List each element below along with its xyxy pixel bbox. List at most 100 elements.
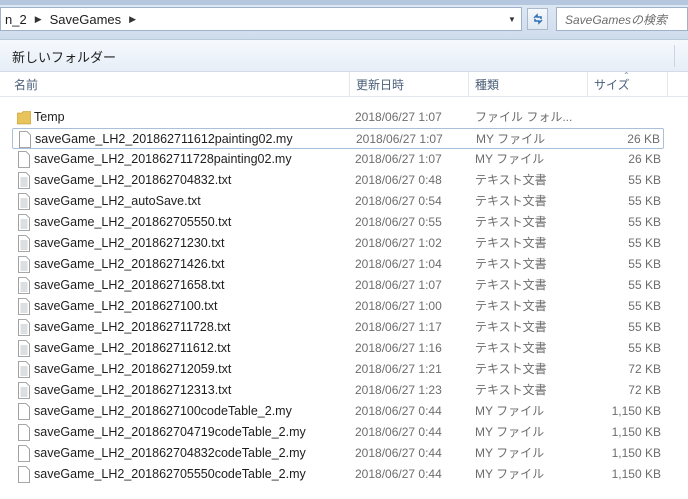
breadcrumb-current[interactable]: SaveGames [46, 12, 126, 27]
file-size: 26 KB [627, 132, 660, 146]
file-date: 2018/06/27 0:54 [355, 194, 442, 208]
file-type: テキスト文書 [475, 194, 547, 208]
file-row[interactable]: saveGame_LH2_201862712313.txt 2018/06/27 … [12, 380, 664, 401]
file-name: saveGame_LH2_20186271426.txt [34, 257, 225, 271]
file-type: テキスト文書 [475, 341, 547, 355]
file-row[interactable]: Temp 2018/06/27 1:07 ファイル フォル... [12, 107, 664, 128]
file-icon [19, 131, 31, 148]
file-row[interactable]: saveGame_LH2_2018627100.txt 2018/06/27 1:… [12, 296, 664, 317]
file-name: saveGame_LH2_201862704832.txt [34, 173, 232, 187]
file-row[interactable]: saveGame_LH2_20186271658.txt 2018/06/27 1… [12, 275, 664, 296]
file-size: 55 KB [628, 194, 661, 208]
column-header-name[interactable]: 名前 [8, 72, 350, 97]
file-date: 2018/06/27 0:44 [355, 446, 442, 460]
file-size: 1,150 KB [611, 446, 661, 460]
breadcrumb-parent[interactable]: n_2 [1, 12, 31, 27]
refresh-icon [532, 13, 543, 25]
file-row[interactable]: saveGame_LH2_201862705550codeTable_2.my 2… [12, 464, 664, 485]
address-dropdown-icon[interactable]: ▼ [503, 8, 521, 30]
file-date: 2018/06/27 1:07 [355, 278, 442, 292]
file-type: テキスト文書 [475, 362, 547, 376]
file-row[interactable]: saveGame_LH2_20186271230.txt 2018/06/27 1… [12, 233, 664, 254]
file-icon [18, 466, 30, 483]
file-icon [18, 151, 30, 168]
file-type: MY ファイル [475, 467, 545, 481]
text-file-icon [18, 340, 30, 357]
file-row[interactable]: saveGame_LH2_201862712059.txt 2018/06/27 … [12, 359, 664, 380]
file-icon [18, 403, 30, 420]
file-type: テキスト文書 [475, 299, 547, 313]
file-size: 1,150 KB [611, 467, 661, 481]
file-type: テキスト文書 [475, 215, 547, 229]
file-size: 72 KB [628, 362, 661, 376]
file-row[interactable]: saveGame_LH2_201862711612.txt 2018/06/27 … [12, 338, 664, 359]
text-file-icon [18, 382, 30, 399]
file-row[interactable]: saveGame_LH2_201862711728painting02.my 20… [12, 149, 664, 170]
file-type: MY ファイル [475, 425, 545, 439]
file-name: saveGame_LH2_201862711612painting02.my [35, 132, 293, 146]
file-type: MY ファイル [476, 132, 546, 146]
file-name: saveGame_LH2_201862711728.txt [34, 320, 231, 334]
file-date: 2018/06/27 0:44 [355, 425, 442, 439]
file-date: 2018/06/27 1:04 [355, 257, 442, 271]
file-size: 55 KB [628, 173, 661, 187]
file-date: 2018/06/27 1:21 [355, 362, 442, 376]
file-type: テキスト文書 [475, 278, 547, 292]
folder-icon [17, 111, 31, 125]
file-name: saveGame_LH2_201862711612.txt [34, 341, 231, 355]
file-row[interactable]: saveGame_LH2_201862705550.txt 2018/06/27 … [12, 212, 664, 233]
file-name: saveGame_LH2_20186271230.txt [34, 236, 225, 250]
file-date: 2018/06/27 1:07 [355, 110, 442, 124]
column-header-row: 名前 更新日時 種類 サイズ [0, 72, 688, 97]
refresh-button[interactable] [527, 8, 548, 30]
new-folder-button[interactable]: 新しいフォルダー [6, 44, 122, 68]
file-row[interactable]: saveGame_LH2_201862704832.txt 2018/06/27 … [12, 170, 664, 191]
file-type: テキスト文書 [475, 383, 547, 397]
file-size: 55 KB [628, 215, 661, 229]
file-icon [18, 445, 30, 462]
file-type: テキスト文書 [475, 236, 547, 250]
file-size: 55 KB [628, 236, 661, 250]
file-row[interactable]: saveGame_LH2_201862704719codeTable_2.my 2… [12, 422, 664, 443]
file-date: 2018/06/27 1:07 [356, 132, 443, 146]
file-size: 55 KB [628, 341, 661, 355]
file-name: Temp [34, 110, 65, 124]
file-type: MY ファイル [475, 404, 545, 418]
file-row[interactable]: saveGame_LH2_20186271426.txt 2018/06/27 1… [12, 254, 664, 275]
search-input[interactable]: SaveGamesの検索 [556, 7, 688, 31]
file-type: テキスト文書 [475, 173, 547, 187]
file-size: 55 KB [628, 299, 661, 313]
file-type: MY ファイル [475, 446, 545, 460]
address-bar[interactable]: n_2 ▶ SaveGames ▶ ▼ [0, 7, 522, 31]
breadcrumb-chevron-icon[interactable]: ▶ [31, 14, 46, 25]
file-name: saveGame_LH2_201862705550codeTable_2.my [34, 467, 306, 481]
file-size: 1,150 KB [611, 404, 661, 418]
view-options[interactable] [674, 45, 688, 67]
sort-ascending-icon: ⌃ [623, 71, 630, 80]
file-row[interactable]: saveGame_LH2_201862711612painting02.my 20… [12, 128, 664, 149]
file-name: saveGame_LH2_2018627100codeTable_2.my [34, 404, 292, 418]
breadcrumb-chevron-icon[interactable]: ▶ [125, 14, 140, 25]
file-size: 1,150 KB [611, 425, 661, 439]
file-name: saveGame_LH2_autoSave.txt [34, 194, 201, 208]
file-row[interactable]: saveGame_LH2_2018627100codeTable_2.my 201… [12, 401, 664, 422]
file-date: 2018/06/27 1:00 [355, 299, 442, 313]
text-file-icon [18, 256, 30, 273]
file-type: テキスト文書 [475, 257, 547, 271]
file-name: saveGame_LH2_201862712313.txt [34, 383, 232, 397]
file-date: 2018/06/27 0:55 [355, 215, 442, 229]
file-size: 26 KB [628, 152, 661, 166]
file-size: 55 KB [628, 257, 661, 271]
file-row[interactable]: saveGame_LH2_201862704832codeTable_2.my 2… [12, 443, 664, 464]
file-row[interactable]: saveGame_LH2_201862711728.txt 2018/06/27 … [12, 317, 664, 338]
file-date: 2018/06/27 1:23 [355, 383, 442, 397]
column-header-date[interactable]: 更新日時 [350, 72, 469, 97]
file-name: saveGame_LH2_201862705550.txt [34, 215, 232, 229]
file-name: saveGame_LH2_201862704719codeTable_2.my [34, 425, 306, 439]
title-strip [0, 0, 688, 5]
address-bar-area: n_2 ▶ SaveGames ▶ ▼ SaveGamesの検索 [0, 0, 688, 40]
file-row[interactable]: saveGame_LH2_autoSave.txt 2018/06/27 0:54… [12, 191, 664, 212]
file-name: saveGame_LH2_20186271658.txt [34, 278, 225, 292]
column-header-type[interactable]: 種類 [469, 72, 588, 97]
file-date: 2018/06/27 1:17 [355, 320, 442, 334]
